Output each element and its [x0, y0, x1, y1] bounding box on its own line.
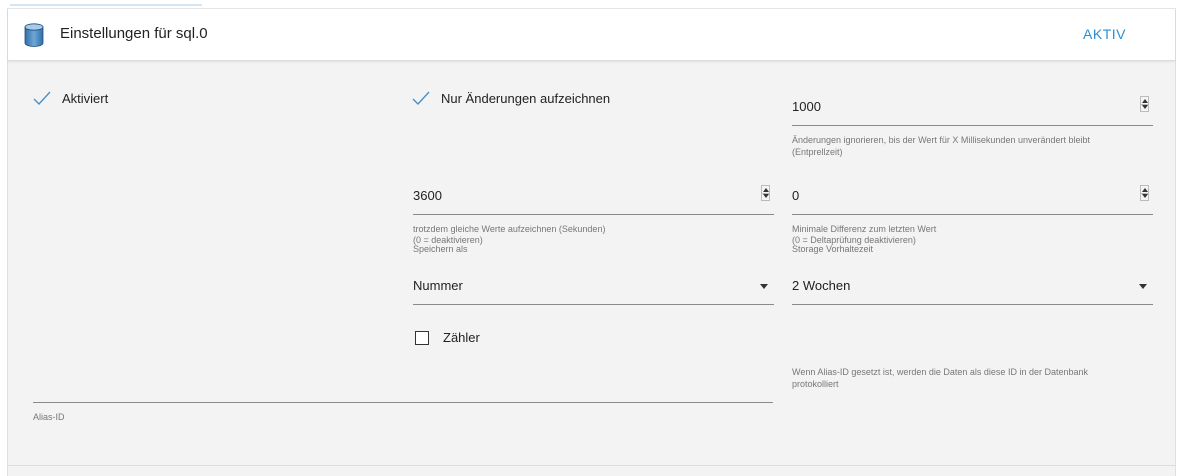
database-icon	[24, 23, 44, 47]
retention-dropdown[interactable]: 2 Wochen	[792, 267, 1153, 305]
debounce-helper: Änderungen ignorieren, bis der Wert für …	[792, 135, 1091, 145]
retention-label: Storage Vorhaltezeit	[792, 244, 874, 254]
same-values-value: 3600	[413, 188, 442, 203]
debounce-helper-note: (Entprellzeit)	[792, 147, 843, 157]
counter-checkbox[interactable]: Zähler	[415, 330, 480, 345]
caret-down-icon[interactable]	[1139, 284, 1147, 289]
counter-label: Zähler	[443, 330, 480, 345]
same-values-helper: trotzdem gleiche Werte aufzeichnen (Seku…	[413, 224, 606, 234]
alias-helper-block: Wenn Alias-ID gesetzt ist, werden die Da…	[792, 366, 1153, 390]
number-spinner-icon[interactable]	[761, 185, 770, 201]
same-values-field: 3600 trotzdem gleiche Werte aufzeichnen …	[413, 177, 774, 254]
checkbox-empty-icon[interactable]	[415, 330, 429, 345]
number-spinner-icon[interactable]	[1140, 185, 1149, 201]
min-diff-field: 0 Minimale Differenz zum letzten Wert (0…	[792, 177, 1153, 254]
panel-bottom-divider	[8, 465, 1175, 466]
changes-only-label: Nur Änderungen aufzeichnen	[441, 90, 611, 106]
store-as-label: Speichern als	[413, 244, 468, 254]
number-spinner-icon[interactable]	[1140, 96, 1149, 112]
checkmark-icon	[33, 89, 51, 107]
panel-title: Einstellungen für sql.0	[60, 25, 208, 42]
settings-panel: Einstellungen für sql.0 AKTIV Aktiviert …	[7, 8, 1176, 476]
alias-input[interactable]	[33, 402, 773, 403]
alias-label: Alias-ID	[33, 412, 65, 422]
enabled-checkbox[interactable]: Aktiviert	[33, 89, 108, 107]
store-as-value: Nummer	[413, 278, 463, 293]
status-badge[interactable]: AKTIV	[1083, 26, 1126, 42]
min-diff-helper: Minimale Differenz zum letzten Wert	[792, 224, 937, 234]
active-tab-indicator	[10, 4, 202, 6]
store-as-select[interactable]: Nummer	[413, 267, 774, 305]
min-diff-input[interactable]: 0	[792, 177, 1153, 215]
panel-header: Einstellungen für sql.0 AKTIV	[8, 9, 1175, 61]
same-values-input[interactable]: 3600	[413, 177, 774, 215]
caret-down-icon[interactable]	[760, 284, 768, 289]
retention-value: 2 Wochen	[792, 278, 851, 293]
changes-only-checkbox[interactable]: Nur Änderungen aufzeichnen	[412, 89, 610, 107]
checkmark-icon	[412, 89, 430, 107]
enabled-label: Aktiviert	[62, 90, 109, 106]
store-as-dropdown[interactable]: Nummer	[413, 267, 774, 305]
debounce-value: 1000	[792, 99, 821, 114]
retention-select[interactable]: 2 Wochen	[792, 267, 1153, 305]
debounce-input[interactable]: 1000	[792, 88, 1153, 126]
min-diff-value: 0	[792, 188, 800, 203]
alias-helper-note: protokolliert	[792, 379, 839, 389]
alias-helper: Wenn Alias-ID gesetzt ist, werden die Da…	[792, 367, 1088, 377]
debounce-field: 1000 Änderungen ignorieren, bis der Wert…	[792, 88, 1153, 158]
